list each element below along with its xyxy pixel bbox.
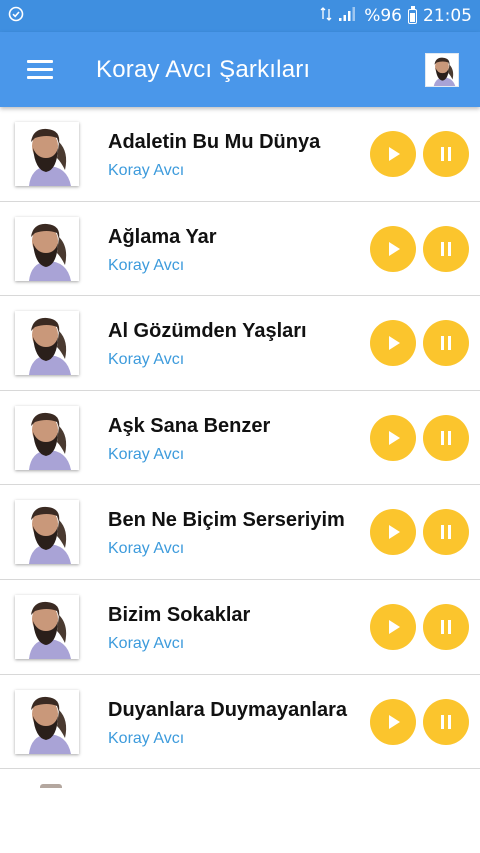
status-bar: %96 21:05 (0, 0, 480, 32)
song-title: Al Gözümden Yaşları (108, 320, 307, 343)
pause-button[interactable] (423, 603, 469, 650)
data-arrows-icon (320, 6, 332, 27)
battery-charging-icon (408, 5, 417, 24)
hamburger-menu-icon[interactable] (10, 40, 70, 100)
pause-button[interactable] (423, 225, 469, 272)
pause-icon (441, 147, 451, 161)
next-item-peek (40, 784, 62, 788)
song-artist: Koray Avcı (108, 162, 185, 179)
artist-thumbnail (15, 405, 79, 470)
song-title: Bizim Sokaklar (108, 603, 251, 626)
play-icon (389, 147, 400, 161)
signal-icon (338, 6, 358, 27)
song-artist: Koray Avcı (108, 256, 185, 274)
play-icon (389, 714, 400, 729)
clock: 21:05 (423, 6, 472, 26)
play-button[interactable] (370, 320, 416, 367)
play-button[interactable] (370, 131, 416, 177)
play-button[interactable] (370, 603, 416, 650)
artist-thumbnail (15, 122, 79, 186)
song-artist: Koray Avcı (108, 445, 185, 463)
pause-button[interactable] (423, 698, 469, 745)
song-artist: Koray Avcı (108, 729, 185, 747)
list-item[interactable]: Ağlama Yar Koray Avcı (0, 202, 480, 297)
page-title: Koray Avcı Şarkıları (96, 55, 311, 83)
play-button[interactable] (370, 698, 416, 745)
play-icon (389, 241, 400, 256)
artist-thumbnail (15, 689, 79, 754)
shield-check-icon (8, 6, 24, 27)
play-button[interactable] (370, 225, 416, 272)
list-item[interactable]: Al Gözümden Yaşları Koray Avcı (0, 296, 480, 391)
battery-percentage: %96 (364, 6, 402, 26)
song-title: Aşk Sana Benzer (108, 414, 271, 437)
play-icon (389, 430, 400, 445)
app-bar: Koray Avcı Şarkıları (0, 32, 480, 107)
artist-thumbnail (15, 594, 79, 659)
pause-icon (441, 714, 451, 729)
pause-icon (441, 241, 451, 256)
play-icon (389, 336, 400, 351)
song-artist: Koray Avcı (108, 540, 185, 558)
list-item[interactable]: Adaletin Bu Mu Dünya Koray Avcı (0, 107, 480, 202)
play-button[interactable] (370, 509, 416, 556)
pause-icon (441, 525, 451, 540)
play-button[interactable] (370, 414, 416, 461)
artist-thumbnail (15, 311, 79, 376)
pause-button[interactable] (423, 509, 469, 556)
artist-thumbnail (15, 500, 79, 565)
list-item[interactable]: Aşk Sana Benzer Koray Avcı (0, 391, 480, 486)
pause-icon (441, 619, 451, 634)
list-item[interactable]: Bizim Sokaklar Koray Avcı (0, 580, 480, 675)
list-item[interactable]: Duyanlara Duymayanlara Koray Avcı (0, 675, 480, 770)
artist-thumbnail (15, 216, 79, 281)
play-icon (389, 619, 400, 634)
pause-button[interactable] (423, 131, 469, 177)
song-list: Adaletin Bu Mu Dünya Koray Avcı Ağlama Y… (0, 107, 480, 770)
song-title: Adaletin Bu Mu Dünya (108, 131, 321, 153)
artist-avatar[interactable] (425, 52, 459, 87)
song-artist: Koray Avcı (108, 634, 185, 652)
song-title: Duyanlara Duymayanlara (108, 698, 348, 721)
song-artist: Koray Avcı (108, 351, 185, 369)
pause-button[interactable] (423, 414, 469, 461)
song-title: Ben Ne Biçim Serseriyim (108, 509, 345, 532)
pause-button[interactable] (423, 320, 469, 367)
list-item[interactable]: Ben Ne Biçim Serseriyim Koray Avcı (0, 485, 480, 580)
pause-icon (441, 430, 451, 445)
play-icon (389, 525, 400, 540)
pause-icon (441, 336, 451, 351)
song-title: Ağlama Yar (108, 225, 217, 248)
